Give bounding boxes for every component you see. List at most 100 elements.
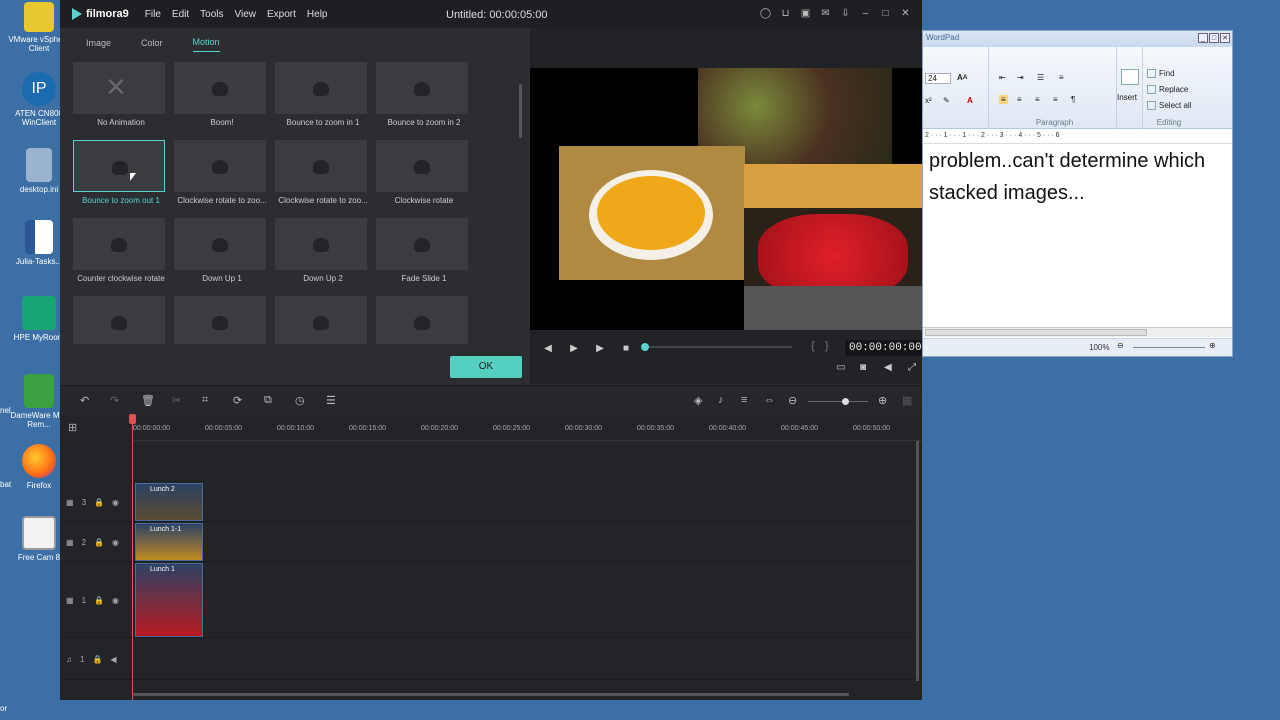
zoom-out-icon[interactable]: ⊖ [788,394,797,407]
lock-icon[interactable]: 🔒 [94,538,104,547]
account-icon[interactable]: ◯ [759,7,772,20]
menu-tools[interactable]: Tools [200,9,223,20]
microphone-icon[interactable]: ♪ [718,394,724,406]
motion-item[interactable]: Bounce to zoom in 2 [376,62,470,132]
motion-item[interactable] [275,296,369,344]
select-all-button[interactable]: Select all [1147,101,1191,110]
zoom-in-icon[interactable]: ⊕ [1209,341,1216,350]
previous-frame-icon[interactable]: ◀ [540,343,556,354]
motion-item[interactable]: Clockwise rotate [376,140,470,210]
progress-knob[interactable] [641,343,649,351]
increase-indent-icon[interactable]: ⇥ [1017,73,1024,82]
minimize-icon[interactable]: – [859,7,872,20]
fullscreen-icon[interactable]: ⤢ [908,362,920,374]
lock-icon[interactable]: 🔒 [92,655,102,664]
tab-motion[interactable]: Motion [192,37,220,52]
motion-item[interactable]: Bounce to zoom in 1 [275,62,369,132]
menu-help[interactable]: Help [307,9,328,20]
font-size-select[interactable]: 24 [925,73,951,84]
motion-item[interactable]: Boom! [174,62,268,132]
tab-color[interactable]: Color [141,38,163,52]
zoom-in-icon[interactable]: ⊕ [878,394,887,407]
mark-out-icon[interactable]: } [825,340,829,352]
cut-icon[interactable]: ✂ [172,394,181,407]
motion-item[interactable]: Clockwise rotate to zoo... [174,140,268,210]
playhead-handle[interactable] [129,414,136,424]
layout-icon[interactable]: ▦ [902,394,912,407]
motion-scrollbar[interactable] [519,84,522,138]
highlight-icon[interactable]: ✎ [943,96,950,105]
cart-icon[interactable]: ⊔ [779,7,792,20]
close-icon[interactable]: ✕ [1220,33,1230,43]
insert-button[interactable]: Insert [1117,93,1137,102]
crop-icon[interactable]: ⌗ [202,394,208,407]
paragraph-icon[interactable]: ¶ [1071,95,1075,104]
zoom-slider-knob[interactable] [842,398,849,405]
motion-item[interactable]: Counter clockwise rotate [73,218,167,288]
undo-icon[interactable]: ↶ [80,394,89,407]
motion-item[interactable]: ✕ No Animation [73,62,167,132]
timeline-zoom-slider[interactable] [808,398,868,405]
eye-icon[interactable]: ◉ [112,596,119,605]
document-body[interactable]: problem..can't determine which stacked i… [923,145,1232,329]
align-center-icon[interactable]: ≡ [1017,95,1022,104]
menu-file[interactable]: File [145,9,161,20]
justify-icon[interactable]: ≡ [1053,95,1058,104]
motion-item[interactable] [376,296,470,344]
play-icon[interactable]: ▶ [566,343,582,354]
audio-mixer-icon[interactable]: ≡ [741,394,747,406]
timeline-vertical-scrollbar[interactable] [916,441,919,681]
fit-timeline-icon[interactable]: ⇔ [764,394,775,406]
line-spacing-icon[interactable]: ≡ [1059,73,1064,82]
snapshot-icon[interactable]: ◙ [860,362,872,374]
lock-icon[interactable]: 🔒 [94,596,104,605]
superscript-icon[interactable]: x² [925,96,932,105]
zoom-slider[interactable] [1133,347,1205,348]
marker-icon[interactable]: ◈ [694,394,702,407]
decrease-indent-icon[interactable]: ⇤ [999,73,1006,82]
save-icon[interactable]: ▣ [799,7,812,20]
speed-icon[interactable]: ◷ [295,394,305,407]
motion-item[interactable]: Clockwise rotate to zoo... [275,140,369,210]
motion-item[interactable] [174,296,268,344]
download-icon[interactable]: ⇩ [839,7,852,20]
align-right-icon[interactable]: ≡ [1035,95,1040,104]
find-button[interactable]: Find [1147,69,1175,78]
timeline-clip[interactable]: Lunch 1-1 [135,523,203,561]
menu-view[interactable]: View [235,9,257,20]
add-track-icon[interactable]: ⊞ [68,421,77,434]
green-screen-icon[interactable]: ⧉ [264,394,272,407]
mail-icon[interactable]: ✉ [819,7,832,20]
timeline-ruler[interactable]: 00:00:00:00 00:00:05:00 00:00:10:00 00:0… [133,415,922,441]
motion-item[interactable] [73,296,167,344]
delete-icon[interactable]: 🗑 [141,394,155,407]
tab-image[interactable]: Image [86,38,111,52]
timeline-horizontal-scrollbar[interactable] [133,693,849,696]
adjust-icon[interactable]: ☰ [326,394,336,407]
speaker-icon[interactable]: ◀ [110,655,116,664]
play-forward-icon[interactable]: ▶ [592,343,608,354]
playhead[interactable] [129,414,136,700]
scrollbar-thumb[interactable] [925,329,1147,336]
menu-edit[interactable]: Edit [172,9,189,20]
document-horizontal-scrollbar[interactable] [923,327,1232,337]
zoom-out-icon[interactable]: ⊖ [1117,341,1124,350]
eye-icon[interactable]: ◉ [112,498,119,507]
redo-icon[interactable]: ↷ [110,394,119,407]
volume-icon[interactable]: ◀ [884,362,896,374]
stop-icon[interactable]: ■ [618,343,634,354]
align-left-icon[interactable]: ≡ [999,95,1008,104]
motion-item[interactable]: Fade Slide 1 [376,218,470,288]
display-settings-icon[interactable]: ▭ [836,362,848,374]
timeline-clip[interactable]: Lunch 2 [135,483,203,521]
insert-picture-icon[interactable] [1121,69,1139,85]
timeline-clip[interactable]: Lunch 1 [135,563,203,637]
menu-export[interactable]: Export [267,9,296,20]
bullets-icon[interactable]: ☰ [1037,73,1044,82]
maximize-icon[interactable]: □ [1209,33,1219,43]
rotate-icon[interactable]: ⟳ [233,394,242,407]
motion-item[interactable]: Down Up 1 [174,218,268,288]
mark-in-icon[interactable]: { [811,340,815,352]
motion-item-selected[interactable]: Bounce to zoom out 1 [73,140,167,210]
playback-progress[interactable] [641,343,792,351]
